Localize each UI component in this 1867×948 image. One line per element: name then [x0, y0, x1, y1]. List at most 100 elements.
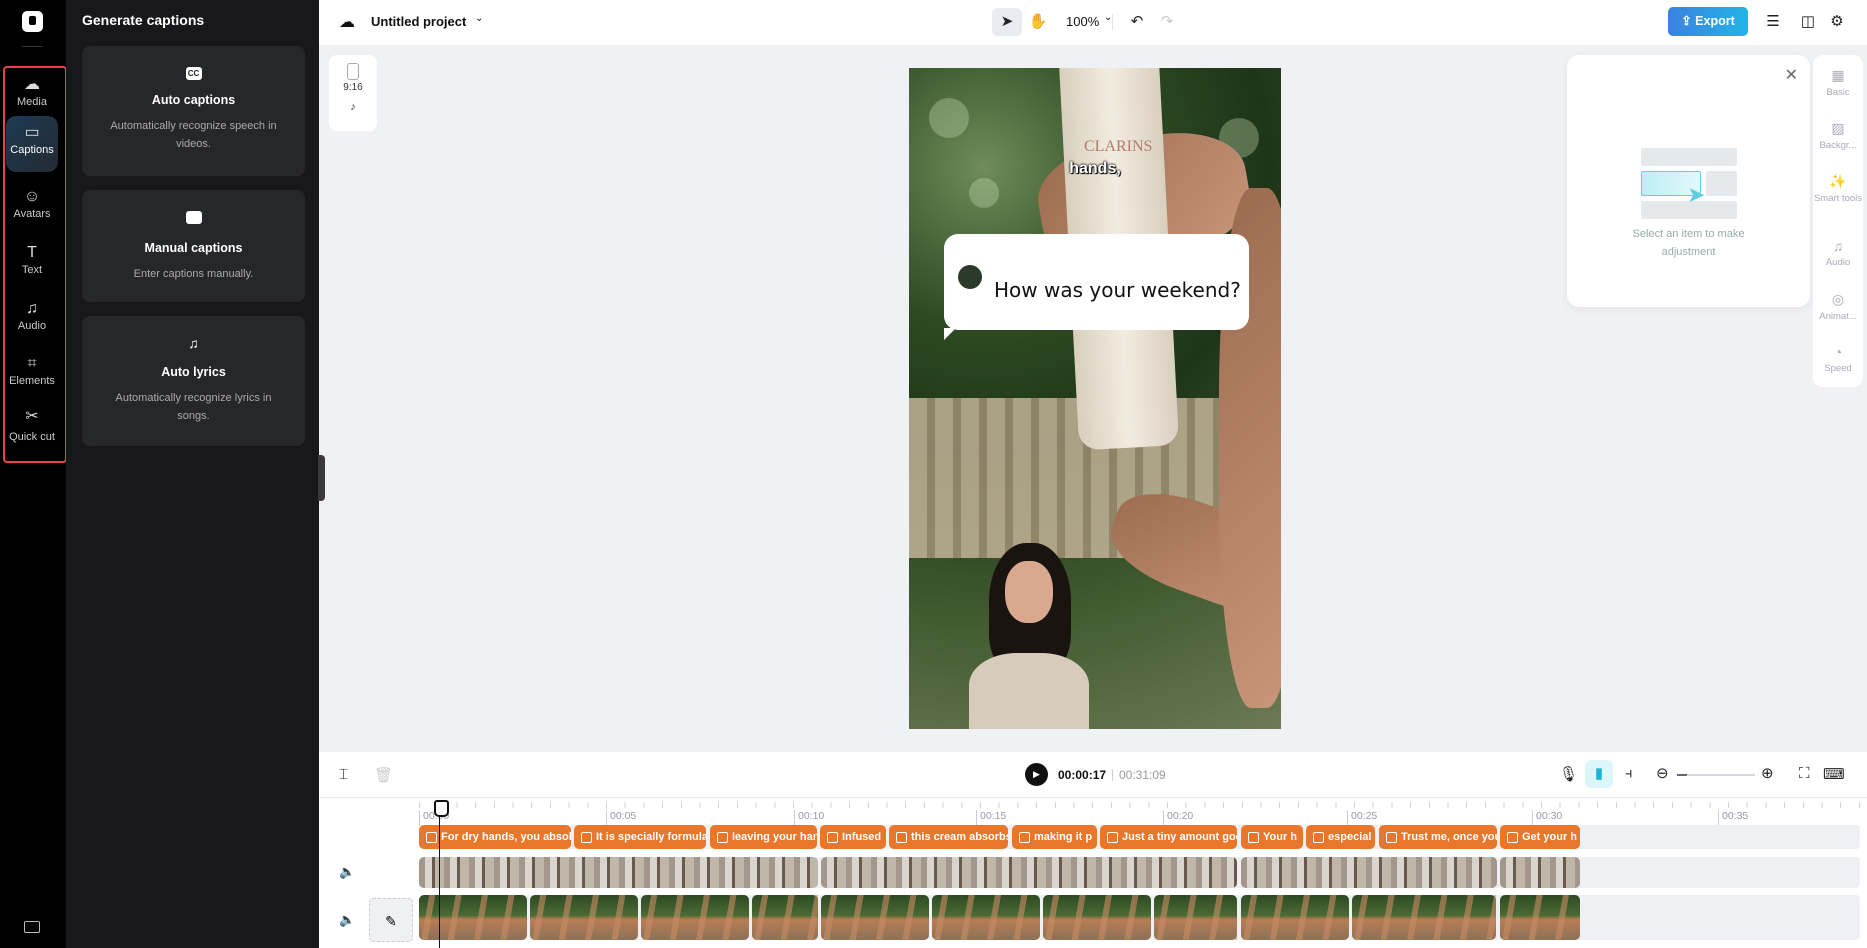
ruler-label: 00:05 — [606, 810, 636, 826]
nav-avatars[interactable]: ☺Avatars — [6, 180, 58, 232]
video-clip[interactable] — [419, 895, 527, 940]
delete-icon[interactable]: 🗑 — [374, 766, 393, 784]
nav-elements[interactable]: ⌗Elements — [6, 347, 58, 399]
tab-animation[interactable]: ◎Animat... — [1813, 291, 1863, 322]
ruler-label: 00:35 — [1718, 810, 1748, 826]
video-clip[interactable] — [1352, 895, 1496, 940]
split-icon[interactable]: ⌶ — [339, 766, 348, 783]
preview-icon[interactable]: ⌨ — [1823, 765, 1845, 783]
aspect-ratio-widget[interactable]: 9:16 ♪ — [329, 55, 377, 131]
project-name[interactable]: Untitled project — [371, 14, 466, 29]
caption-clip[interactable]: making it p — [1012, 825, 1097, 849]
card-desc: Automatically recognize lyrics in songs. — [98, 389, 289, 425]
video-clip[interactable] — [1241, 895, 1349, 940]
microphone-icon[interactable]: 🎙 — [1559, 765, 1578, 783]
video-clip[interactable] — [1500, 895, 1580, 940]
playhead[interactable] — [439, 800, 440, 948]
caption-clip[interactable]: Your h — [1241, 825, 1303, 849]
fullscreen-icon[interactable]: ⛶ — [1799, 765, 1810, 782]
total-time: 00:31:09 — [1119, 768, 1166, 782]
avatar-icon: ☺ — [6, 186, 58, 208]
video-clip[interactable] — [1154, 895, 1237, 940]
settings-icon[interactable]: ⚙ — [1822, 8, 1852, 36]
video-clip[interactable] — [1043, 895, 1151, 940]
film-icon: ▦ — [1813, 67, 1863, 84]
cursor-icon: ➤ — [1687, 182, 1705, 208]
caption-clip[interactable]: It is specially formulated — [574, 825, 706, 849]
chevron-down-icon[interactable]: ⌄ — [475, 13, 483, 24]
tab-smart-tools[interactable]: ✨Smart tools — [1813, 173, 1863, 204]
nav-media[interactable]: ☁Media — [6, 68, 58, 120]
split-align-icon[interactable]: ⫞ — [1625, 765, 1633, 782]
select-illustration: ➤ — [1641, 148, 1737, 220]
manual-captions-card[interactable]: Manual captions Enter captions manually. — [82, 190, 305, 302]
chat-bubble[interactable]: How was your weekend? — [944, 234, 1249, 330]
zoom-out-icon[interactable]: ⊖ — [1656, 764, 1669, 782]
nav-quick-cut[interactable]: ✂Quick cut — [6, 402, 58, 458]
video-preview[interactable]: CLARINS hands, How was your weekend? — [909, 68, 1281, 729]
layout-icon[interactable]: ◫ — [1793, 8, 1823, 36]
video-clip[interactable] — [821, 857, 1237, 888]
play-button[interactable]: ▶ — [1025, 763, 1048, 786]
video-clip[interactable] — [821, 895, 929, 940]
video-clip[interactable] — [1500, 857, 1580, 888]
zoom-select[interactable]: 100% — [1066, 14, 1099, 29]
text-icon: T — [6, 242, 58, 264]
tab-background[interactable]: ▨Backgr... — [1813, 120, 1863, 151]
tab-basic[interactable]: ▦Basic — [1813, 67, 1863, 98]
auto-snap-icon[interactable]: ▮ — [1585, 760, 1613, 788]
collapse-panel-handle[interactable] — [318, 455, 325, 501]
video-clip[interactable] — [641, 895, 749, 940]
zoom-in-icon[interactable]: ⊕ — [1761, 764, 1774, 782]
caption-clip[interactable]: especial — [1306, 825, 1375, 849]
captions-icon: ▭ — [6, 122, 58, 144]
caption-clip[interactable]: For dry hands, you absolutely — [419, 825, 571, 849]
caption-clip[interactable]: this cream absorbs — [889, 825, 1008, 849]
video-clip[interactable] — [932, 895, 1040, 940]
ratio-label: 9:16 — [329, 82, 377, 93]
caption-clip[interactable]: Get your h — [1500, 825, 1580, 849]
cloud-icon[interactable]: ☁ — [339, 12, 355, 32]
bokeh — [929, 98, 969, 138]
ruler-label: 00:20 — [1163, 810, 1193, 826]
tab-audio[interactable]: ♫Audio — [1813, 238, 1863, 268]
app-logo[interactable] — [22, 11, 43, 32]
video-clip[interactable] — [1241, 857, 1497, 888]
auto-lyrics-card[interactable]: ♫ Auto lyrics Automatically recognize ly… — [82, 316, 305, 446]
ruler-label: 00:10 — [794, 810, 824, 826]
captions-panel: Generate captions CC Auto captions Autom… — [66, 0, 319, 948]
layers-icon[interactable]: ☰ — [1758, 8, 1788, 36]
close-icon[interactable]: ✕ — [1785, 65, 1798, 85]
export-button[interactable]: ⇪ Export — [1668, 7, 1748, 36]
main-video-track — [419, 895, 1860, 940]
caption-overlay[interactable]: hands, — [909, 160, 1281, 178]
auto-captions-card[interactable]: CC Auto captions Automatically recognize… — [82, 46, 305, 176]
undo-button[interactable]: ↶ — [1122, 8, 1152, 36]
hand-tool-button[interactable]: ✋ — [1023, 8, 1053, 36]
video-clip[interactable] — [419, 857, 818, 888]
edit-cover-button[interactable]: ✎ — [369, 898, 413, 942]
video-clip[interactable] — [530, 895, 638, 940]
keyboard-icon[interactable] — [24, 921, 40, 933]
caption-clip[interactable]: Just a tiny amount goes — [1100, 825, 1237, 849]
caption-clip[interactable]: leaving your hands — [710, 825, 817, 849]
nav-captions[interactable]: ▭Captions — [6, 116, 58, 172]
select-tool-button[interactable]: ➤ — [992, 8, 1022, 36]
caption-clip[interactable]: Trust me, once you — [1379, 825, 1497, 849]
divider — [22, 46, 43, 47]
tiktok-icon[interactable]: ♪ — [329, 101, 377, 113]
nav-audio[interactable]: ♫Audio — [6, 292, 58, 344]
nav-text[interactable]: TText — [6, 236, 58, 288]
zoom-slider[interactable] — [1677, 774, 1755, 776]
magic-wand-icon: ✨ — [1813, 173, 1863, 190]
card-desc: Automatically recognize speech in videos… — [98, 117, 289, 153]
divider — [1112, 14, 1113, 30]
caption-clip[interactable]: Infused — [820, 825, 886, 849]
volume-icon[interactable]: 🔈 — [339, 864, 355, 880]
video-clip[interactable] — [752, 895, 818, 940]
music-icon: ♫ — [6, 298, 58, 320]
redo-button[interactable]: ↷ — [1152, 8, 1182, 36]
tab-speed[interactable]: ◔Speed — [1813, 344, 1863, 374]
volume-icon[interactable]: 🔈 — [339, 912, 355, 928]
animation-icon: ◎ — [1813, 291, 1863, 308]
